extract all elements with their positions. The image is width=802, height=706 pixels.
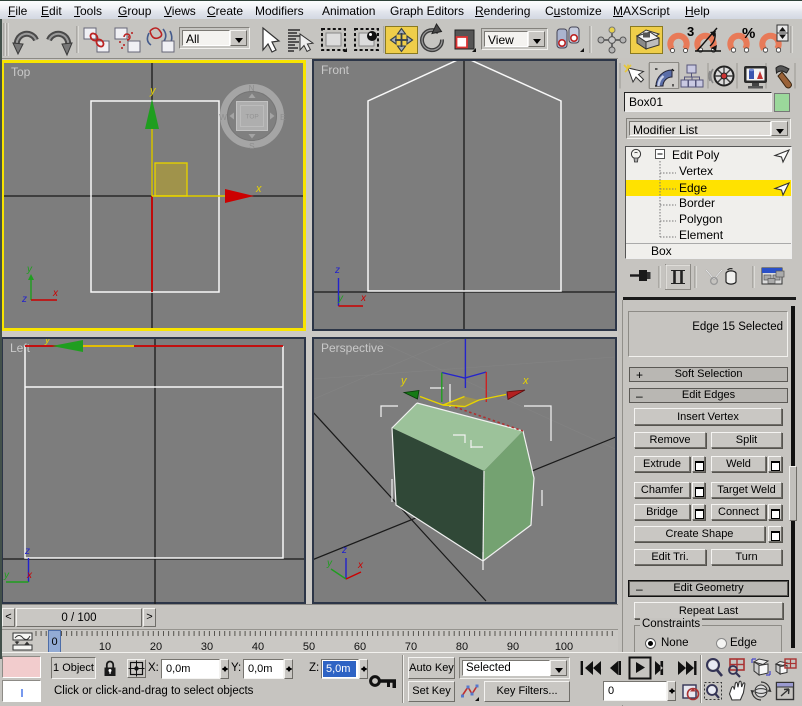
svg-text:Edit Poly: Edit Poly: [672, 148, 719, 162]
svg-text:E: E: [280, 112, 286, 122]
svg-text:y: y: [337, 293, 344, 304]
svg-text:z: z: [21, 294, 27, 305]
svg-text:N: N: [249, 83, 255, 93]
svg-text:Element: Element: [679, 228, 724, 242]
svg-text:y: y: [44, 339, 51, 346]
svg-text:Border: Border: [679, 196, 715, 210]
svg-text:x: x: [52, 288, 59, 299]
svg-text:y: y: [400, 375, 408, 387]
svg-text:z: z: [24, 546, 30, 557]
svg-text:x: x: [255, 183, 262, 195]
svg-text:Box: Box: [651, 244, 672, 258]
svg-text:Polygon: Polygon: [679, 212, 722, 226]
svg-text:Vertex: Vertex: [679, 164, 713, 178]
svg-text:x: x: [360, 293, 367, 304]
svg-text:z: z: [341, 545, 347, 556]
svg-text:TOP: TOP: [246, 114, 259, 121]
svg-text:y: y: [326, 558, 333, 569]
svg-text:W: W: [219, 112, 227, 122]
svg-text:S: S: [249, 141, 255, 151]
svg-text:3: 3: [687, 24, 694, 39]
svg-text:y: y: [3, 570, 10, 581]
svg-text:x: x: [357, 560, 364, 571]
svg-text:y: y: [26, 264, 33, 275]
svg-text:Edge: Edge: [679, 181, 707, 195]
svg-text:%: %: [742, 25, 755, 42]
svg-text:x: x: [522, 375, 529, 387]
svg-text:y: y: [149, 85, 157, 97]
svg-text:z: z: [334, 265, 340, 276]
svg-text:x: x: [26, 570, 33, 581]
